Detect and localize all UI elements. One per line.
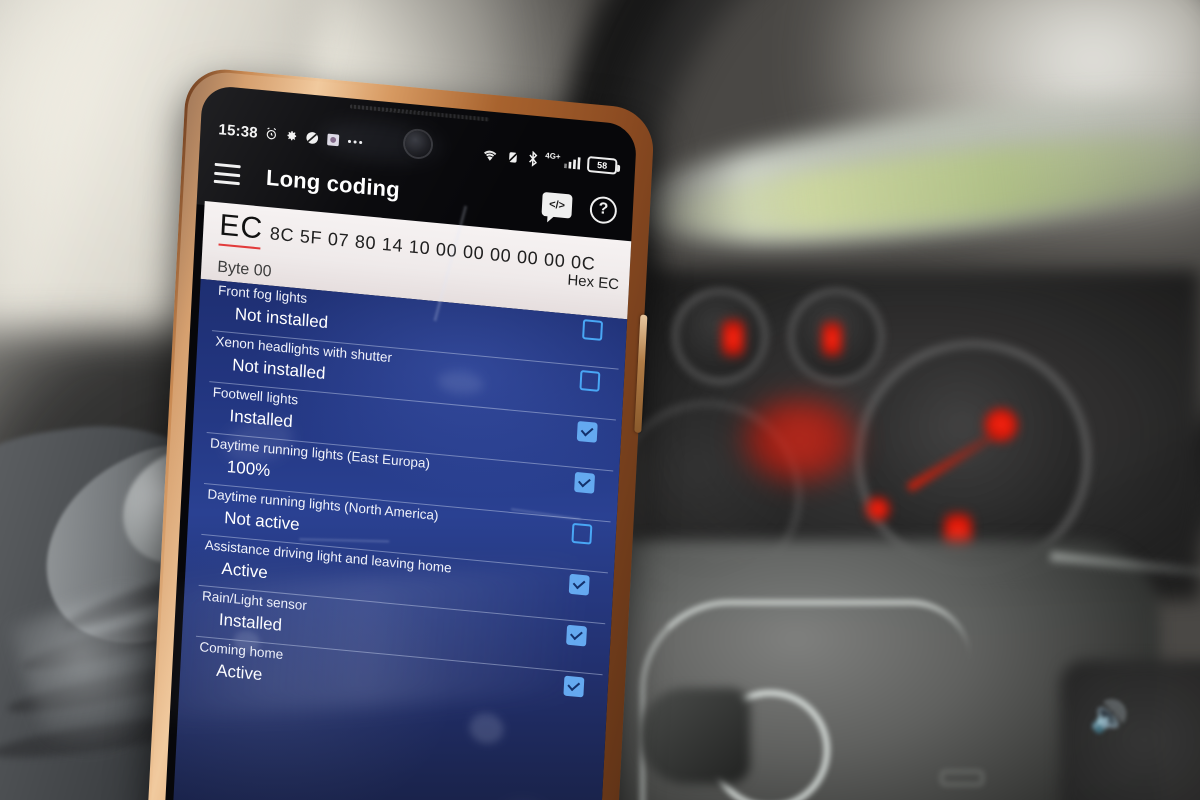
hamburger-menu-icon[interactable]: [213, 162, 241, 186]
help-icon[interactable]: ?: [589, 194, 618, 225]
warning-light-1: [722, 318, 744, 358]
option-value: Active: [221, 558, 269, 583]
option-value: Not active: [223, 508, 301, 535]
gear-icon: [285, 129, 299, 143]
hex-value-label: Hex EC: [567, 271, 620, 294]
option-value: Installed: [218, 609, 283, 635]
option-value: Installed: [229, 406, 294, 432]
warning-light-cluster: [740, 400, 860, 480]
option-checkbox[interactable]: [568, 573, 590, 596]
signal-icon: [564, 155, 581, 170]
option-checkbox[interactable]: [582, 319, 604, 341]
battery-level-label: 58: [596, 159, 608, 171]
app-notification-icon: [326, 132, 341, 147]
coding-options-list[interactable]: Front fog lights Not installed Xenon hea…: [171, 278, 634, 800]
smartphone: 15:38 4G+ 58 Long coding </> ? EC 8C 5F …: [147, 65, 656, 800]
volume-speaker-icon: 🔊: [1090, 701, 1128, 734]
bluetooth-icon: [527, 150, 539, 167]
toolbar-actions: </> ?: [541, 190, 618, 225]
byte-index-label: Byte 00: [216, 258, 272, 281]
vibrate-icon: [505, 149, 521, 165]
wheel-trim-mark: [940, 770, 984, 786]
option-checkbox[interactable]: [579, 370, 601, 392]
option-value: Active: [215, 660, 263, 685]
status-bar-clock: 15:38: [218, 120, 259, 142]
more-notifications-icon: [347, 138, 363, 145]
steering-column-stalk: [640, 688, 750, 784]
option-checkbox[interactable]: [571, 522, 593, 545]
option-checkbox[interactable]: [574, 471, 596, 494]
status-bar-left: 15:38: [200, 119, 364, 151]
option-checkbox[interactable]: [566, 624, 588, 647]
gauge-small-1: [672, 288, 768, 384]
status-bar-right: 4G+ 58: [481, 146, 636, 177]
wifi-icon: [481, 147, 499, 163]
warning-light-4: [866, 497, 890, 521]
option-checkbox[interactable]: [576, 420, 598, 443]
alarm-icon: [264, 126, 279, 141]
battery-icon: 58: [586, 155, 618, 175]
phone-screen: 15:38 4G+ 58 Long coding </> ? EC 8C 5F …: [164, 84, 638, 800]
selected-hex-byte[interactable]: EC: [219, 209, 264, 249]
page-title: Long coding: [265, 164, 401, 203]
option-value: 100%: [226, 457, 271, 481]
option-checkbox[interactable]: [563, 675, 585, 698]
hex-byte-sequence[interactable]: 8C 5F 07 80 14 10 00 00 00 00 00 0C: [269, 223, 596, 275]
option-value: Not installed: [231, 355, 326, 384]
do-not-disturb-icon: [305, 130, 320, 145]
network-type-label: 4G+: [545, 150, 561, 161]
code-view-icon[interactable]: </>: [541, 191, 573, 219]
option-value: Not installed: [234, 304, 329, 333]
steering-wheel-button-panel: [1060, 660, 1200, 800]
warning-light-2: [822, 320, 842, 358]
